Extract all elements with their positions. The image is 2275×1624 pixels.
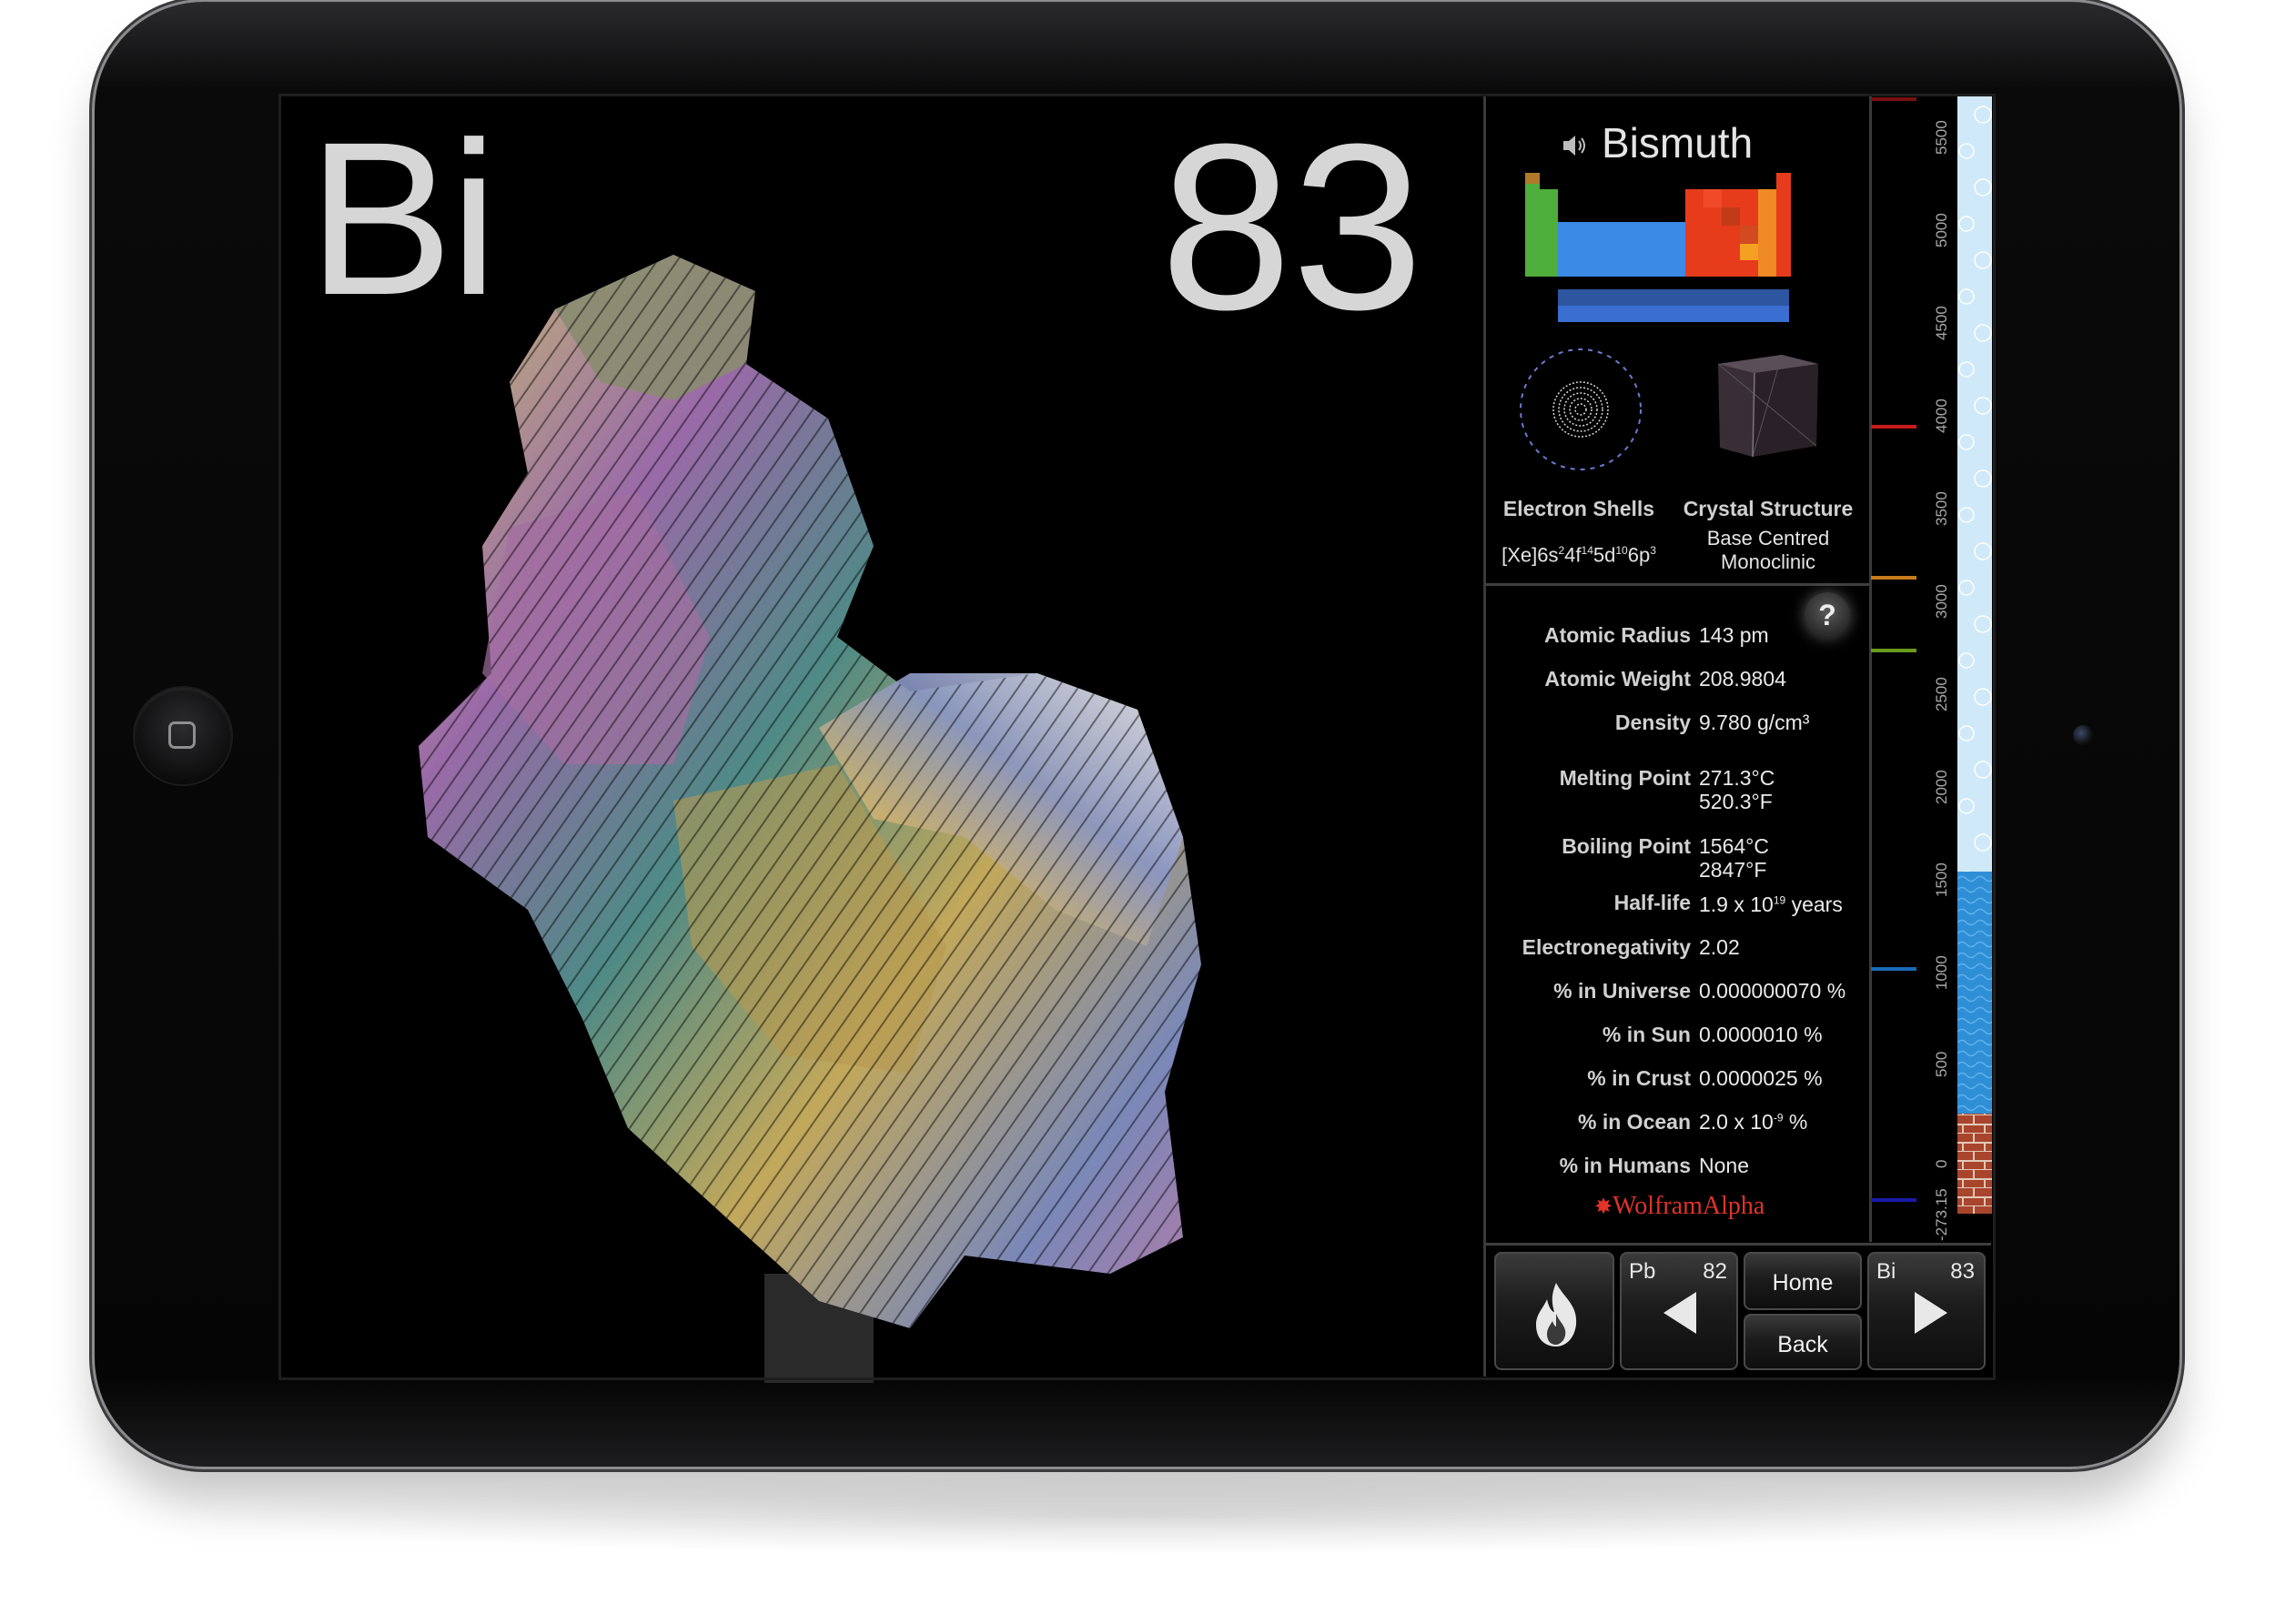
scale-marker bbox=[1871, 967, 1916, 971]
scale-tick-label: 3000 bbox=[1933, 584, 1950, 619]
property-value: 0.000000070 % bbox=[1699, 979, 1846, 1003]
property-label: Boiling Point bbox=[1562, 834, 1691, 858]
property-value: 0.0000025 % bbox=[1699, 1066, 1823, 1090]
nav-divider bbox=[1485, 1243, 1991, 1246]
home-label: Home bbox=[1772, 1270, 1834, 1296]
wolfram-star-icon: ✸ bbox=[1594, 1195, 1613, 1219]
scale-marker bbox=[1871, 97, 1916, 101]
property-value: 9.780 g/cm³ bbox=[1699, 711, 1810, 734]
crystal-structure-line2: Monoclinic bbox=[1721, 550, 1815, 573]
property-label: % in Ocean bbox=[1578, 1110, 1691, 1134]
property-value-secondary: 520.3°F bbox=[1699, 790, 1773, 813]
scale-tick-label: 2500 bbox=[1933, 677, 1950, 711]
arrow-right-icon bbox=[1915, 1292, 1947, 1334]
home-button[interactable]: Home bbox=[1744, 1252, 1862, 1310]
back-label: Back bbox=[1777, 1332, 1828, 1357]
wolfram-alpha-logo[interactable]: ✸WolframAlpha bbox=[1594, 1192, 1764, 1221]
home-hardware-button[interactable] bbox=[135, 688, 231, 784]
flame-icon bbox=[1536, 1283, 1577, 1347]
property-label: Melting Point bbox=[1559, 766, 1691, 790]
scale-tick-label: 5500 bbox=[1933, 120, 1950, 155]
property-label: % in Crust bbox=[1587, 1066, 1691, 1090]
flame-button[interactable] bbox=[1494, 1252, 1614, 1370]
next-element-button[interactable]: Bi 83 bbox=[1867, 1252, 1986, 1370]
scale-divider bbox=[1869, 94, 1872, 1242]
next-number: 83 bbox=[1950, 1259, 1975, 1284]
scale-tick-label: 3500 bbox=[1933, 491, 1950, 526]
scale-tick-label: 500 bbox=[1933, 1051, 1950, 1077]
temperature-scale-bar[interactable] bbox=[1957, 96, 1992, 1214]
crystal-structure-label: Crystal Structure bbox=[1683, 497, 1854, 520]
property-value-secondary: 2847°F bbox=[1699, 858, 1767, 882]
property-label: Half-life bbox=[1613, 891, 1691, 914]
scale-tick-label: 4500 bbox=[1933, 306, 1950, 340]
previous-element-button[interactable]: Pb 82 bbox=[1620, 1252, 1738, 1370]
property-label: Electronegativity bbox=[1522, 935, 1691, 959]
element-symbol: Bi bbox=[308, 96, 498, 340]
scale-marker bbox=[1871, 1198, 1916, 1202]
scale-tick-label: 4000 bbox=[1933, 398, 1950, 433]
section-divider bbox=[1485, 583, 1869, 586]
scale-tick-label: 1000 bbox=[1933, 955, 1950, 990]
property-value: 143 pm bbox=[1699, 623, 1769, 647]
property-label: Atomic Radius bbox=[1543, 623, 1691, 647]
bismuth-crystal-image bbox=[419, 255, 1201, 1383]
atomic-number: 83 bbox=[1160, 96, 1424, 359]
back-button[interactable]: Back bbox=[1744, 1314, 1862, 1370]
camera-lens bbox=[2073, 725, 2093, 745]
scale-marker bbox=[1871, 425, 1916, 429]
element-name[interactable]: Bismuth bbox=[1602, 118, 1753, 167]
property-value: 2.02 bbox=[1699, 935, 1740, 959]
electron-shells-label: Electron Shells bbox=[1502, 497, 1655, 520]
home-square-icon bbox=[168, 721, 196, 749]
scale-tick-label: -273.15 bbox=[1933, 1188, 1950, 1241]
property-value: 1.9 x 1019 years bbox=[1699, 893, 1843, 916]
electron-shells-diagram[interactable] bbox=[1517, 346, 1644, 473]
electron-configuration: [Xe]6s24f145d106p3 bbox=[1502, 543, 1656, 567]
property-label: % in Sun bbox=[1602, 1023, 1691, 1046]
property-label: % in Humans bbox=[1559, 1154, 1691, 1177]
scale-tick-label: 5000 bbox=[1933, 213, 1950, 247]
arrow-left-icon bbox=[1663, 1292, 1696, 1334]
crystal-structure-diagram[interactable] bbox=[1709, 346, 1827, 464]
scale-marker bbox=[1871, 576, 1916, 580]
prev-symbol: Pb bbox=[1629, 1259, 1656, 1284]
prev-number: 82 bbox=[1703, 1259, 1727, 1284]
scale-tick-label: 2000 bbox=[1933, 770, 1950, 804]
next-symbol: Bi bbox=[1876, 1259, 1896, 1284]
property-value: 1564°C bbox=[1699, 834, 1769, 858]
speaker-icon[interactable] bbox=[1562, 133, 1589, 158]
property-value: 271.3°C bbox=[1699, 766, 1775, 790]
property-value: 2.0 x 10-9 % bbox=[1699, 1110, 1808, 1134]
scale-marker bbox=[1871, 649, 1916, 652]
crystal-structure-line1: Base Centred bbox=[1706, 527, 1830, 550]
property-value: None bbox=[1699, 1154, 1749, 1177]
help-button[interactable]: ? bbox=[1805, 592, 1850, 638]
property-label: % in Universe bbox=[1553, 979, 1691, 1003]
scale-tick-label: 0 bbox=[1933, 1159, 1950, 1168]
scale-tick-label: 1500 bbox=[1933, 862, 1950, 897]
property-value: 0.0000010 % bbox=[1699, 1023, 1823, 1046]
property-label: Density bbox=[1614, 711, 1691, 734]
periodic-table-map[interactable] bbox=[1522, 169, 1836, 324]
property-label: Atomic Weight bbox=[1544, 667, 1691, 691]
property-value: 208.9804 bbox=[1699, 667, 1786, 691]
device-shadow bbox=[182, 1474, 2093, 1556]
